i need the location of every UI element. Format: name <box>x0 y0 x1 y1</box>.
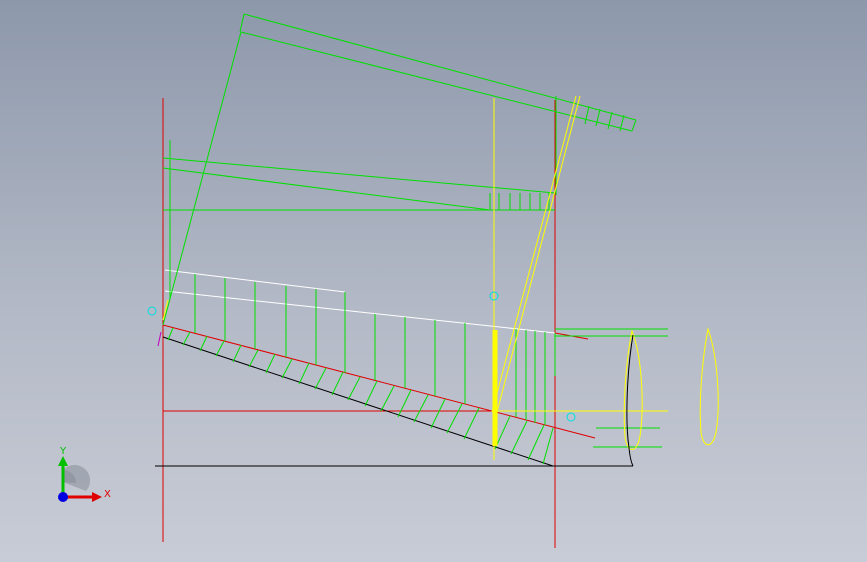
frame-left-end <box>239 13 245 33</box>
x-axis-label: X <box>104 489 111 500</box>
graphics-viewport[interactable]: Y X <box>0 0 867 562</box>
yellow-diagonal-a <box>491 95 577 413</box>
yellow-highlights <box>162 95 719 460</box>
base-edges <box>155 336 633 467</box>
magenta-tick <box>157 331 162 347</box>
sketch-point-right <box>566 412 576 422</box>
white-edges <box>164 269 556 334</box>
x-axis-arrow-head <box>92 492 102 502</box>
slanted-red-line <box>162 324 596 439</box>
white-upper-edge-b <box>164 290 556 334</box>
y-axis-arrow-head <box>58 456 68 466</box>
sketch-canvas[interactable]: Y X <box>0 0 867 562</box>
frame-right-end <box>631 119 637 132</box>
frame-left-long-edge <box>162 31 242 326</box>
yellow-diagonal-b <box>496 95 581 413</box>
y-axis-label: Y <box>59 446 67 457</box>
yellow-teardrop-right <box>699 327 719 446</box>
z-axis-dot <box>58 492 68 502</box>
sketch-points[interactable] <box>147 291 576 422</box>
green-profile <box>162 13 668 448</box>
sketch-point-left <box>147 306 157 316</box>
middle-bar-bottom <box>162 167 491 211</box>
frame-top-edge <box>243 13 637 121</box>
frame-top-inner-edge <box>240 31 633 132</box>
construction-lines <box>162 98 640 548</box>
coordinate-triad: Y X <box>58 446 111 502</box>
